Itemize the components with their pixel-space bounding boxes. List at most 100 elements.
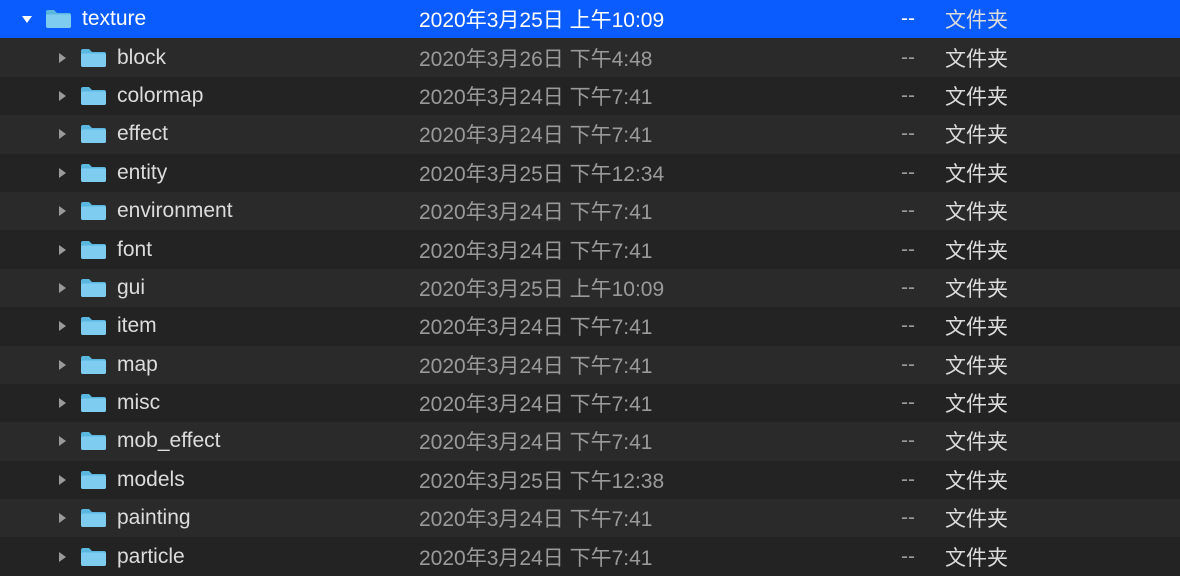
disclosure-closed-icon[interactable] (53, 282, 71, 294)
file-size: -- (860, 506, 945, 530)
file-kind: 文件夹 (945, 350, 1180, 380)
disclosure-closed-icon[interactable] (53, 359, 71, 371)
file-name: environment (117, 199, 233, 223)
folder-icon (79, 430, 107, 452)
date-modified: 2020年3月24日 下午7:41 (415, 119, 860, 149)
disclosure-closed-icon[interactable] (53, 397, 71, 409)
file-kind: 文件夹 (945, 158, 1180, 188)
date-modified: 2020年3月25日 上午10:09 (415, 4, 860, 34)
date-modified: 2020年3月24日 下午7:41 (415, 235, 860, 265)
file-kind: 文件夹 (945, 235, 1180, 265)
date-modified: 2020年3月24日 下午7:41 (415, 81, 860, 111)
file-row[interactable]: gui2020年3月25日 上午10:09--文件夹 (0, 269, 1180, 307)
date-modified: 2020年3月24日 下午7:41 (415, 388, 860, 418)
name-column: environment (0, 199, 415, 223)
file-name: map (117, 353, 158, 377)
date-modified: 2020年3月25日 上午10:09 (415, 273, 860, 303)
file-size: -- (860, 122, 945, 146)
file-kind: 文件夹 (945, 503, 1180, 533)
file-size: -- (860, 238, 945, 262)
date-modified: 2020年3月24日 下午7:41 (415, 503, 860, 533)
file-size: -- (860, 429, 945, 453)
folder-icon (79, 315, 107, 337)
disclosure-closed-icon[interactable] (53, 512, 71, 524)
file-row[interactable]: texture 2020年3月25日 上午10:09--文件夹 (0, 0, 1180, 38)
name-column: misc (0, 391, 415, 415)
disclosure-open-icon[interactable] (18, 13, 36, 25)
file-row[interactable]: entity2020年3月25日 下午12:34--文件夹 (0, 154, 1180, 192)
file-size: -- (860, 314, 945, 338)
file-row[interactable]: models2020年3月25日 下午12:38--文件夹 (0, 461, 1180, 499)
file-name: particle (117, 545, 185, 569)
file-kind: 文件夹 (945, 388, 1180, 418)
file-row[interactable]: mob_effect2020年3月24日 下午7:41--文件夹 (0, 422, 1180, 460)
file-kind: 文件夹 (945, 81, 1180, 111)
folder-icon (79, 239, 107, 261)
file-kind: 文件夹 (945, 426, 1180, 456)
file-name: colormap (117, 84, 203, 108)
file-name: gui (117, 276, 145, 300)
file-name: entity (117, 161, 167, 185)
folder-icon (79, 469, 107, 491)
file-size: -- (860, 7, 945, 31)
folder-icon (79, 507, 107, 529)
file-name: texture (82, 7, 146, 31)
disclosure-closed-icon[interactable] (53, 90, 71, 102)
date-modified: 2020年3月26日 下午4:48 (415, 43, 860, 73)
name-column: models (0, 468, 415, 492)
file-name: font (117, 238, 152, 262)
name-column: texture (0, 7, 415, 31)
file-row[interactable]: environment2020年3月24日 下午7:41--文件夹 (0, 192, 1180, 230)
name-column: mob_effect (0, 429, 415, 453)
file-row[interactable]: block2020年3月26日 下午4:48--文件夹 (0, 38, 1180, 76)
file-size: -- (860, 468, 945, 492)
folder-icon (79, 47, 107, 69)
file-kind: 文件夹 (945, 4, 1180, 34)
name-column: effect (0, 122, 415, 146)
disclosure-closed-icon[interactable] (53, 128, 71, 140)
disclosure-closed-icon[interactable] (53, 474, 71, 486)
name-column: font (0, 238, 415, 262)
file-kind: 文件夹 (945, 119, 1180, 149)
file-size: -- (860, 353, 945, 377)
folder-icon (79, 200, 107, 222)
folder-icon (79, 546, 107, 568)
folder-icon (79, 123, 107, 145)
file-row[interactable]: painting 2020年3月24日 下午7:41--文件夹 (0, 499, 1180, 537)
file-row[interactable]: item2020年3月24日 下午7:41--文件夹 (0, 307, 1180, 345)
disclosure-closed-icon[interactable] (53, 205, 71, 217)
folder-icon (79, 277, 107, 299)
name-column: map (0, 353, 415, 377)
disclosure-closed-icon[interactable] (53, 52, 71, 64)
date-modified: 2020年3月24日 下午7:41 (415, 311, 860, 341)
file-size: -- (860, 84, 945, 108)
disclosure-closed-icon[interactable] (53, 244, 71, 256)
folder-icon (44, 8, 72, 30)
file-row[interactable]: font 2020年3月24日 下午7:41--文件夹 (0, 230, 1180, 268)
disclosure-closed-icon[interactable] (53, 167, 71, 179)
name-column: painting (0, 506, 415, 530)
file-size: -- (860, 391, 945, 415)
file-name: block (117, 46, 166, 70)
file-row[interactable]: colormap 2020年3月24日 下午7:41--文件夹 (0, 77, 1180, 115)
file-name: effect (117, 122, 168, 146)
file-kind: 文件夹 (945, 273, 1180, 303)
folder-icon (79, 85, 107, 107)
file-row[interactable]: map 2020年3月24日 下午7:41--文件夹 (0, 346, 1180, 384)
date-modified: 2020年3月25日 下午12:38 (415, 465, 860, 495)
disclosure-closed-icon[interactable] (53, 435, 71, 447)
disclosure-closed-icon[interactable] (53, 551, 71, 563)
disclosure-closed-icon[interactable] (53, 320, 71, 332)
file-row[interactable]: effect 2020年3月24日 下午7:41--文件夹 (0, 115, 1180, 153)
folder-icon (79, 392, 107, 414)
file-name: painting (117, 506, 191, 530)
file-name: mob_effect (117, 429, 221, 453)
date-modified: 2020年3月24日 下午7:41 (415, 350, 860, 380)
file-name: models (117, 468, 185, 492)
file-row[interactable]: misc 2020年3月24日 下午7:41--文件夹 (0, 384, 1180, 422)
file-kind: 文件夹 (945, 196, 1180, 226)
file-row[interactable]: particle2020年3月24日 下午7:41--文件夹 (0, 537, 1180, 575)
file-name: misc (117, 391, 160, 415)
file-size: -- (860, 199, 945, 223)
folder-icon (79, 354, 107, 376)
